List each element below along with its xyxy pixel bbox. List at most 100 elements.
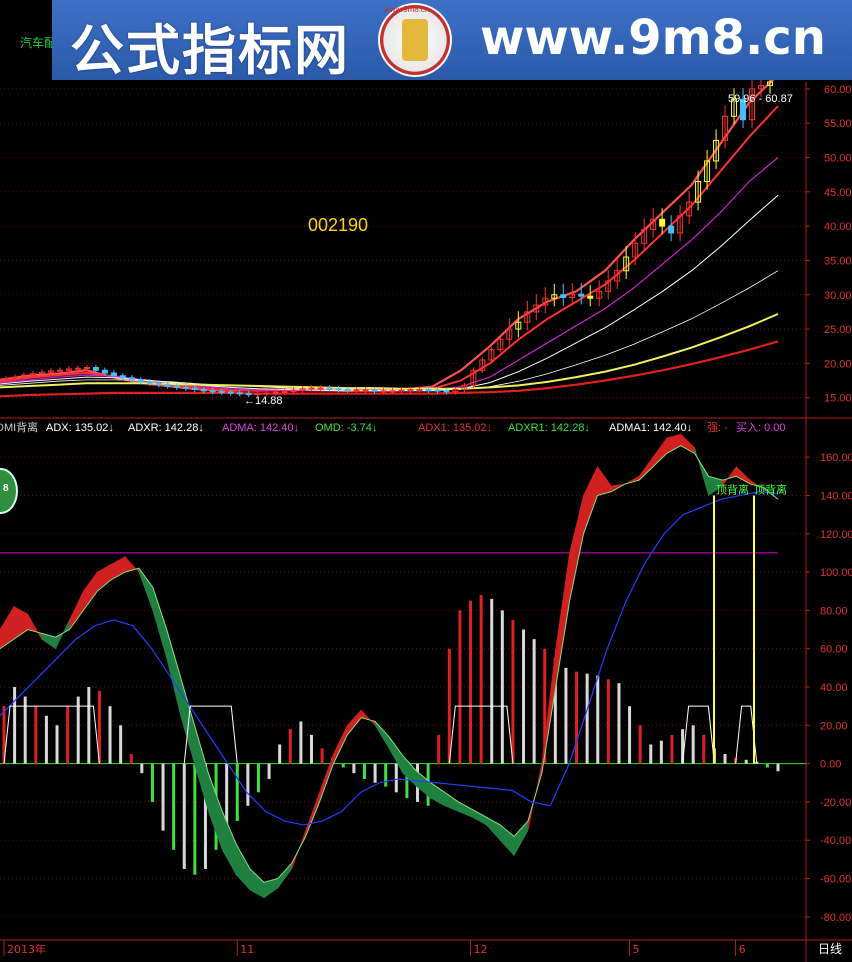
histogram-bar (235, 763, 239, 822)
divergence-label: 顶背离 (754, 483, 787, 497)
adx-ribbon-segment (666, 433, 682, 454)
candle-body (155, 382, 162, 386)
histogram-bar (34, 706, 38, 764)
badge-text: 8 (3, 483, 9, 494)
histogram-bar (394, 763, 398, 793)
histogram-bar (776, 763, 780, 772)
adx-ribbon-segment (444, 791, 459, 812)
adx-ribbon-segment (69, 591, 84, 631)
adx-ribbon-segment (458, 801, 473, 818)
adx-ribbon-segment (55, 619, 70, 649)
price-tick-label: 15.00 (824, 393, 852, 405)
histogram-bar (182, 763, 186, 869)
candle-body (281, 391, 288, 394)
histogram-bar (702, 734, 706, 764)
histogram-bar (66, 706, 70, 764)
seal-text: www.9m8.cn (384, 5, 430, 14)
price-tick-label: 35.00 (824, 255, 852, 267)
histogram-bar (575, 671, 579, 764)
indicator-tick-label: -80.00 (820, 912, 851, 924)
histogram-bar (628, 706, 632, 764)
price-panel (0, 71, 779, 398)
signal-pulse (682, 705, 715, 764)
indicator-panel: 顶背离 顶背离 (0, 433, 806, 899)
histogram-bar (765, 763, 769, 768)
candle-body (119, 375, 126, 379)
price-tick-label: 25.00 (824, 324, 852, 336)
adx-ribbon-segment (652, 437, 668, 468)
time-tick-label: 11 (240, 943, 254, 956)
indicator-tick-label: 0.00 (820, 759, 841, 771)
adx-ribbon-segment (694, 447, 709, 496)
histogram-bar (108, 706, 112, 764)
candle-body (371, 389, 378, 392)
adx-ribbon-segment (513, 820, 529, 857)
candle-body (362, 389, 369, 392)
adx-ribbon-segment (472, 809, 487, 826)
price-tick-label: 45.00 (824, 187, 852, 199)
price-tick-label: 50.00 (824, 152, 852, 164)
histogram-bar (362, 763, 366, 779)
indicator-value-9: 买入: 0.00 (736, 422, 786, 434)
histogram-bar (585, 673, 589, 764)
histogram-bar (129, 754, 133, 764)
adx-ribbon-segment (736, 466, 751, 485)
candle-body (317, 387, 324, 390)
histogram-bar (681, 729, 685, 764)
adx-ribbon-segment (0, 605, 15, 650)
stock-code-label: 002190 (308, 215, 368, 235)
indicator-tick-label: 20.00 (820, 720, 848, 732)
histogram-bar (140, 763, 144, 774)
seal-figure (402, 19, 428, 61)
adx-ribbon-segment (597, 465, 612, 496)
candle-body (164, 384, 171, 387)
adx-ribbon-segment (249, 868, 265, 899)
axis-layer: 15.0020.0025.0030.0035.0040.0045.0050.00… (3, 84, 852, 956)
adx-ribbon-segment (360, 709, 376, 727)
indicator-value-4: OMD: -3.74↓ (315, 422, 378, 434)
adx-ribbon-segment (625, 475, 640, 485)
indicator-tick-label: 140.00 (820, 490, 852, 502)
adx-ribbon-segment (569, 495, 584, 601)
histogram-bar (309, 734, 313, 764)
candle-body (425, 388, 432, 391)
banner-title: 公式指标网 (70, 19, 350, 82)
indicator-value-8: 强: - (707, 422, 728, 434)
candle-body (236, 392, 243, 395)
candle-body (335, 388, 342, 391)
adx-ribbon-segment (333, 725, 348, 764)
candle-body (191, 387, 198, 390)
indicator-tick-label: 100.00 (820, 567, 852, 579)
histogram-bar (320, 748, 324, 764)
histogram-bar (55, 725, 59, 764)
price-tick-label: 55.00 (824, 118, 852, 130)
histogram-bar (447, 648, 451, 764)
adx-ribbon-segment (96, 563, 112, 592)
timeframe-label[interactable]: 日线 (818, 942, 842, 956)
histogram-bar (617, 683, 621, 764)
adx-ribbon-segment (235, 842, 251, 891)
indicator-value-3: ADMA: 142.40↓ (222, 422, 300, 434)
ma-line-ma60 (0, 270, 779, 391)
site-seal-icon: www.9m8.cn (378, 3, 452, 77)
adx-ribbon-segment (221, 811, 237, 876)
histogram-bar (352, 763, 356, 774)
candle-body (389, 390, 396, 393)
histogram-bar (373, 763, 377, 783)
indicator-tick-label: 40.00 (820, 682, 848, 694)
histogram-bar (267, 763, 271, 779)
adx-ribbon-segment (680, 433, 695, 454)
histogram-bar (522, 629, 526, 764)
ma-line-ma5 (0, 74, 779, 392)
histogram-bar (469, 600, 473, 764)
candle-body (74, 367, 81, 370)
indicator-header: DMI背离 ADX: 135.02↓ ADXR: 142.28↓ ADMA: 142.… (0, 420, 805, 436)
candle-body (110, 372, 117, 377)
price-range-label: 59.96 - 60.87 (728, 93, 793, 105)
adx-ribbon-segment (305, 792, 320, 837)
histogram-bar (341, 763, 345, 768)
histogram-bar (288, 729, 292, 764)
candle-body (659, 218, 666, 227)
time-tick-label: 6 (739, 943, 746, 956)
indicator-value-1: ADX: 135.02↓ (46, 422, 114, 434)
